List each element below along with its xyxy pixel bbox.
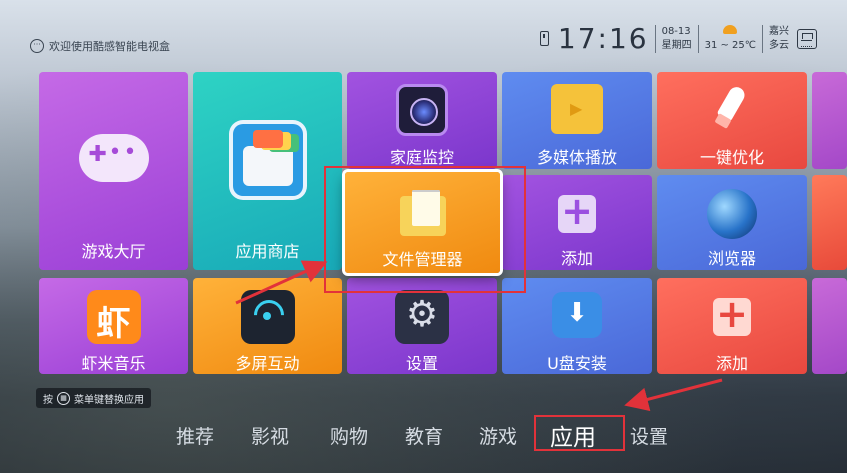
annotation-box [534, 415, 625, 451]
tile-label: 多媒体播放 [536, 148, 617, 167]
temperature: 31 ~ 25℃ [704, 39, 756, 51]
annotation-box [324, 166, 526, 293]
tile-label: U盘安装 [547, 354, 607, 373]
tile-game-hall[interactable]: 游戏大厅 [39, 72, 188, 270]
city: 嘉兴 [769, 25, 789, 37]
divider [697, 24, 699, 53]
tab-shopping[interactable]: 购物 [330, 422, 368, 449]
xiami-icon [86, 290, 141, 345]
tile-label: 浏览器 [707, 249, 756, 268]
tile-label: 添加 [715, 354, 748, 373]
tile-label: 一键优化 [699, 148, 764, 167]
gear-icon [395, 290, 449, 344]
usb-icon [539, 31, 549, 46]
tile-label: 应用商店 [235, 242, 300, 261]
tile-media-player[interactable]: 多媒体播放 [502, 72, 652, 169]
location-block: 嘉兴 多云 [769, 25, 789, 53]
app-store-icon [228, 120, 307, 200]
tile-home-monitor[interactable]: 家庭监控 [347, 72, 497, 169]
camera-icon [396, 84, 448, 136]
clock: 17:16 [557, 22, 649, 55]
hint-text: 菜单键替换应用 [74, 394, 144, 406]
welcome-text: 欢迎使用酷感智能电视盒 [49, 40, 170, 53]
network-icon [797, 28, 817, 49]
tab-settings[interactable]: 设置 [630, 422, 668, 449]
weather-block: 31 ~ 25℃ [704, 24, 756, 53]
add-icon [713, 292, 751, 336]
tile-partial-right[interactable] [812, 175, 847, 270]
tile-label: 游戏大厅 [81, 242, 146, 261]
chat-icon: ··· [30, 39, 44, 53]
tile-app-store[interactable]: 应用商店 [193, 72, 342, 270]
tab-recommend[interactable]: 推荐 [176, 422, 214, 449]
divider [654, 24, 656, 53]
tile-add-2[interactable]: 添加 [657, 278, 807, 374]
tab-education[interactable]: 教育 [405, 422, 443, 449]
tile-label: 虾米音乐 [81, 354, 146, 373]
divider [762, 24, 763, 53]
tile-partial-right[interactable] [812, 72, 847, 169]
welcome-message: ··· 欢迎使用酷感智能电视盒 [30, 38, 170, 54]
date: 08-13 [661, 25, 691, 37]
tile-partial-right[interactable] [812, 278, 847, 374]
weather-text: 多云 [769, 39, 789, 51]
hint-prefix: 按 [43, 394, 53, 406]
status-area: 17:16 08-13 星期四 31 ~ 25℃ 嘉兴 多云 [539, 22, 817, 55]
tile-xiami-music[interactable]: 虾米音乐 [39, 278, 188, 374]
tile-multiscreen[interactable]: 多屏互动 [193, 278, 342, 374]
date-block: 08-13 星期四 [662, 25, 692, 53]
tile-label: 家庭监控 [389, 148, 454, 167]
tile-one-click-optimize[interactable]: 一键优化 [657, 72, 807, 169]
tile-label: 多屏互动 [235, 354, 300, 373]
bottom-nav: 推荐 影视 购物 教育 游戏 应用 设置 [0, 415, 847, 454]
rocket-icon [712, 86, 752, 134]
cloudy-sun-icon [723, 24, 738, 34]
usb-download-icon [552, 292, 602, 338]
tab-games[interactable]: 游戏 [479, 422, 517, 449]
media-folder-icon [551, 84, 603, 134]
tile-label: 设置 [405, 354, 438, 373]
multiscreen-icon [240, 290, 295, 344]
gamepad-icon [78, 134, 149, 182]
tab-video[interactable]: 影视 [251, 422, 289, 449]
globe-icon [707, 189, 757, 239]
add-icon [558, 189, 596, 233]
menu-hint: 按 ▦ 菜单键替换应用 [36, 388, 151, 408]
weekday: 星期四 [661, 39, 692, 51]
menu-key-icon: ▦ [57, 391, 70, 405]
tile-browser[interactable]: 浏览器 [657, 175, 807, 270]
